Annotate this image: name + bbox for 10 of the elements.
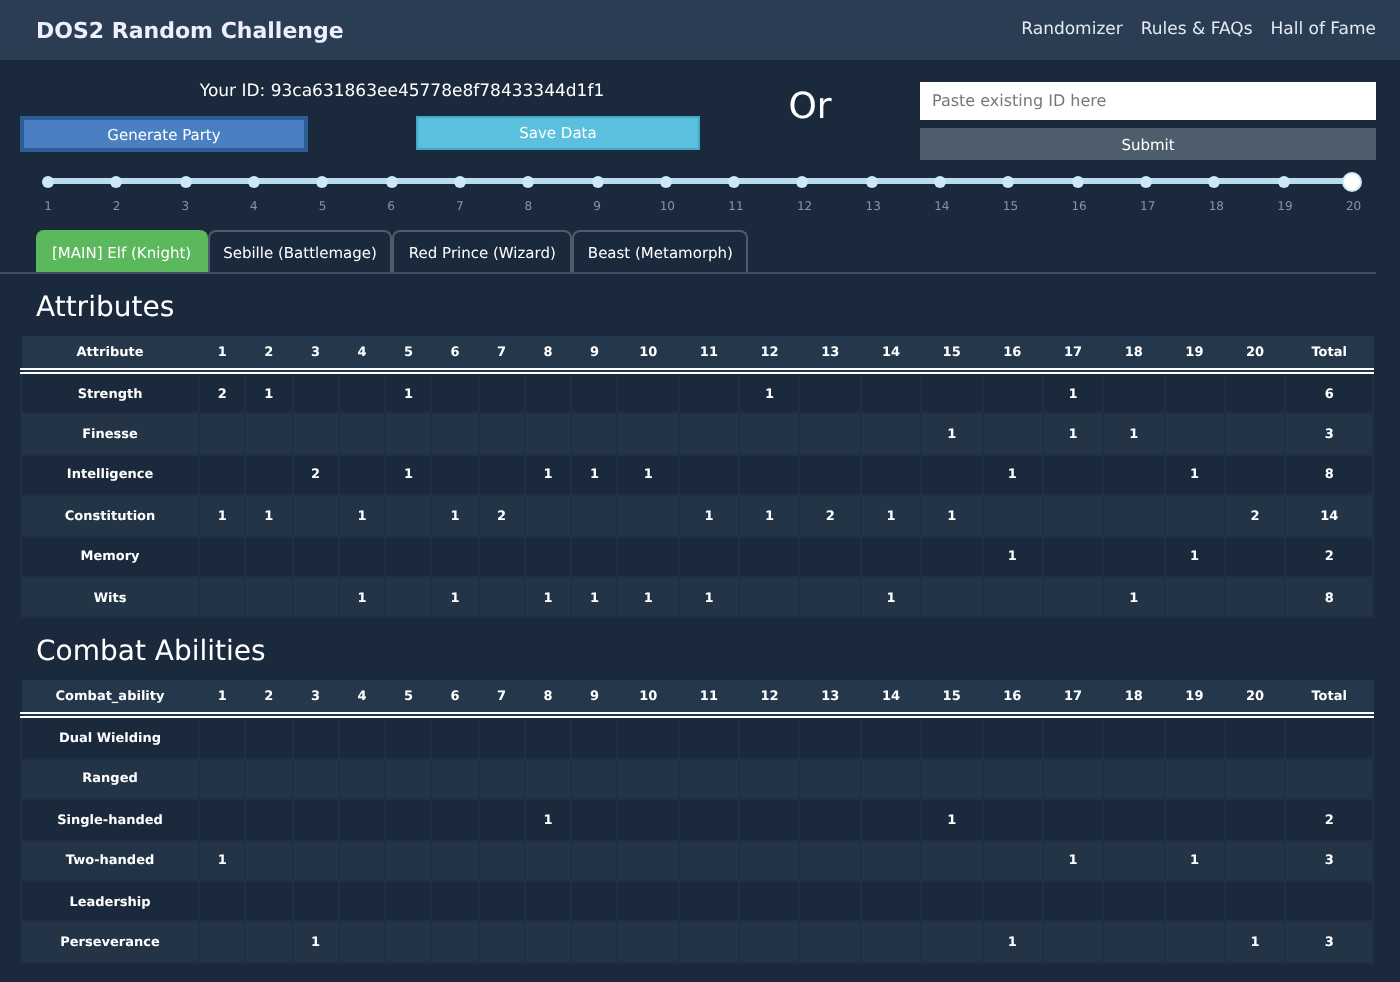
id-input-field[interactable]: Paste existing ID here (920, 82, 1376, 120)
section-heading: Attributes (36, 292, 177, 324)
nav-link[interactable]: Rules & FAQs (1140, 20, 1253, 40)
nav-link[interactable]: Randomizer (1021, 20, 1123, 40)
site-title[interactable]: DOS2 Random Challenge (36, 17, 344, 43)
or-label: Or (786, 84, 834, 128)
section-heading: Combat Abilities (36, 636, 268, 669)
nav-link[interactable]: Hall of Fame (1270, 20, 1376, 40)
slider-thumb[interactable] (1342, 172, 1362, 192)
user-id-text: Your ID: 93ca631863ee45778e8f78433344d1f1 (197, 82, 607, 102)
